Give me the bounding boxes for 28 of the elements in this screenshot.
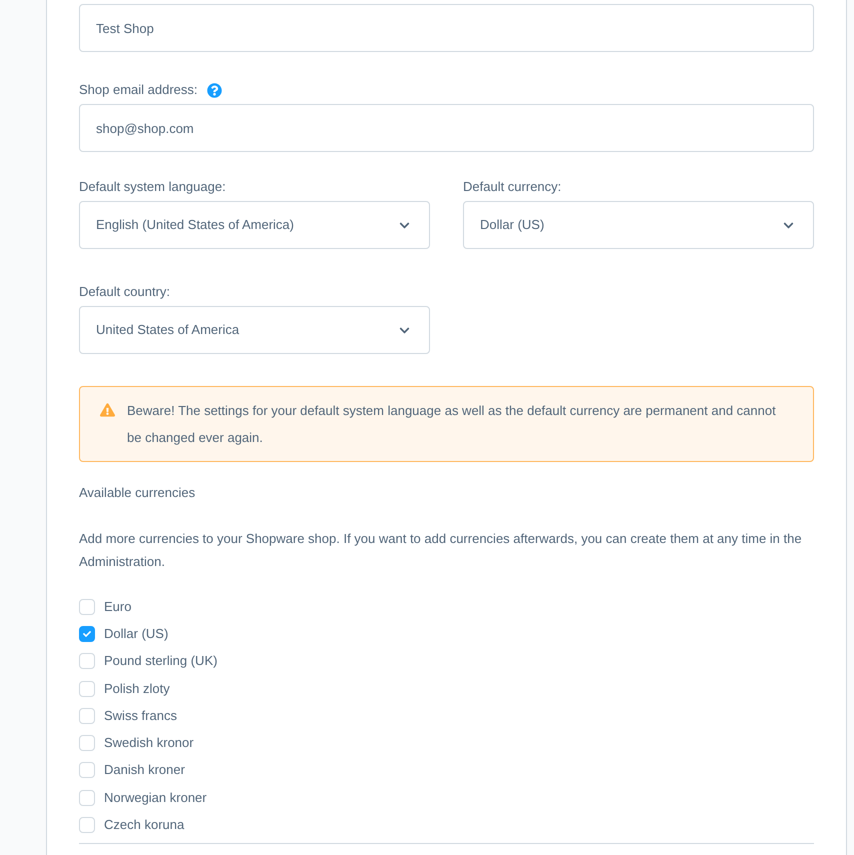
checkbox-label[interactable]: Swiss francs [104, 706, 177, 726]
field-label: Default system language: [79, 178, 226, 196]
chevron-down-icon [399, 220, 410, 230]
checkbox-label[interactable]: Euro [104, 596, 132, 617]
field-label: Default currency: [463, 178, 562, 196]
warning-icon [100, 403, 115, 417]
chevron-down-icon [783, 220, 794, 230]
checkbox[interactable] [79, 626, 95, 642]
chevron-down-icon [399, 324, 410, 336]
checkbox-label[interactable]: Swedish kronor [104, 733, 194, 754]
section-description: Add more currencies to your Shopware shop. If you want to add currencies afterwards, you can create them at any time in the Administration. [79, 530, 803, 571]
alert-text: Beware! The settings for your default system language as well as the default currency are permanent and cannot be changed ever again. [127, 402, 777, 447]
help-icon[interactable] [206, 82, 222, 98]
checkbox-label[interactable]: Dollar (US) [104, 624, 168, 644]
dropdown-field[interactable]: English (United States of America) [79, 201, 430, 249]
field-label: Default country: [79, 283, 170, 301]
field-label: Shop email address: [79, 81, 198, 99]
dropdown-field[interactable]: Dollar (US) [463, 201, 814, 249]
checkbox-label[interactable]: Czech koruna [104, 815, 184, 836]
checkbox-label[interactable]: Danish kroner [104, 760, 185, 780]
section-title: Available currencies [79, 484, 196, 502]
text-input[interactable]: Test Shop [79, 4, 814, 52]
checkbox-label[interactable]: Polish zloty [104, 678, 170, 699]
checkmark-icon [83, 630, 91, 638]
checkbox-label[interactable]: Norwegian kroner [104, 788, 207, 808]
dropdown-field[interactable]: United States of America [79, 306, 430, 354]
text-input[interactable]: shop@shop.com [79, 104, 814, 152]
checkbox-label[interactable]: Pound sterling (UK) [104, 651, 218, 672]
